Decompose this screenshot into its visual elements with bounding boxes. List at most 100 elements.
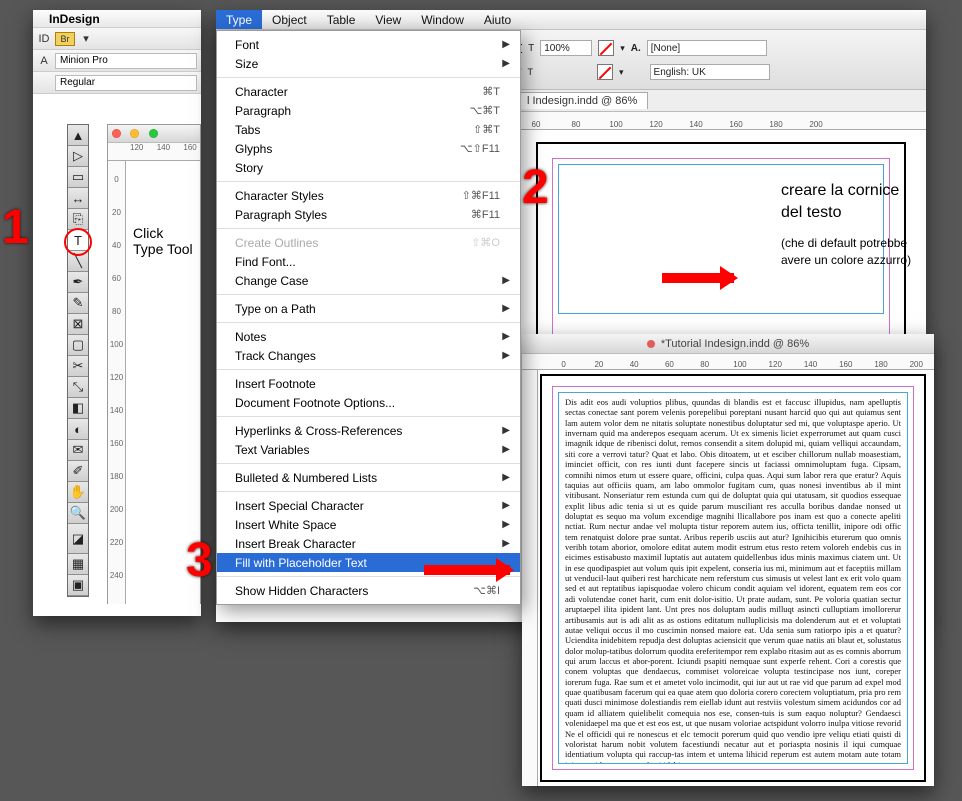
menu-insert-white-space[interactable]: Insert White Space▶ [217,515,520,534]
line-tool-icon[interactable]: ╲ [68,251,88,272]
menu-change-case[interactable]: Change Case▶ [217,271,520,290]
font-family-field[interactable]: Minion Pro [55,53,197,69]
char-style-select[interactable]: [None] [647,40,767,56]
stroke-none-swatch-icon[interactable] [597,64,613,80]
traffic-min-icon[interactable] [130,129,139,138]
gradient-swatch-tool-icon[interactable]: ◧ [68,398,88,419]
zoom-field[interactable]: 100% [540,40,592,56]
char-style-label-icon: A. [631,43,641,54]
swatch-dropdown-icon[interactable]: ▾ [620,43,625,54]
traffic-close-icon[interactable] [112,129,121,138]
zoom-tool-icon[interactable]: 🔍 [68,503,88,524]
free-transform-tool-icon[interactable]: ⤡ [68,377,88,398]
menu-character[interactable]: Character⌘T [217,82,520,101]
menu-track-changes[interactable]: Track Changes▶ [217,346,520,365]
menu-view[interactable]: View [365,10,411,29]
bridge-badge-icon[interactable]: Br [55,32,75,46]
document-title: *Tutorial Indesign.indd @ 86% [661,338,809,350]
screen-mode-icon[interactable]: ▣ [68,575,88,596]
menu-type-on-path[interactable]: Type on a Path▶ [217,299,520,318]
annotation-click-type: Click Type Tool [133,225,193,257]
menu-paragraph-styles[interactable]: Paragraph Styles⌘F11 [217,205,520,224]
unsaved-dot-icon [647,340,655,348]
font-family-row: A Minion Pro [33,50,201,72]
type-menu-dropdown: Font▶ Size▶ Character⌘T Paragraph⌥⌘T Tab… [216,30,521,605]
window-titlebar [108,125,200,143]
app-name: InDesign [49,12,100,26]
horizontal-ruler: 020 4060 80100 120140 160180 200 [522,354,934,370]
page-spread: Dis adit eos audi voluptios plibus, quun… [540,374,926,782]
page-tool-icon[interactable]: ▭ [68,167,88,188]
fill-none-swatch-icon[interactable] [598,40,614,56]
menu-window[interactable]: Window [411,10,474,29]
character-panel-icon[interactable]: A [33,55,55,67]
rectangle-frame-tool-icon[interactable]: ⊠ [68,314,88,335]
menu-tabs[interactable]: Tabs⇧⌘T [217,120,520,139]
menu-show-hidden-chars[interactable]: Show Hidden Characters⌥⌘I [217,581,520,600]
menu-type[interactable]: Type [216,10,262,29]
horizontal-ruler: 120 140 160 [108,143,200,161]
rectangle-tool-icon[interactable]: ▢ [68,335,88,356]
sub-t-icon[interactable]: T [528,67,534,77]
pen-tool-icon[interactable]: ✒ [68,272,88,293]
instr-sub1: (che di default potrebbe [781,235,962,252]
selection-tool-icon[interactable]: ▲ [68,125,88,146]
instr-sub2: avere un colore azzurro) [781,252,962,269]
menu-hyperlinks[interactable]: Hyperlinks & Cross-References▶ [217,421,520,440]
annotation-line1: Click [133,225,193,241]
pencil-tool-icon[interactable]: ✎ [68,293,88,314]
menu-object[interactable]: Object [262,10,317,29]
menu-insert-special-char[interactable]: Insert Special Character▶ [217,496,520,515]
document-window: 120 140 160 020 4060 80100 120140 160180… [107,124,201,604]
horizontal-ruler: 6080 100120 140160 180200 [516,112,926,130]
menu-insert-break-char[interactable]: Insert Break Character▶ [217,534,520,553]
font-style-field[interactable]: Regular [55,75,197,91]
menu-font[interactable]: Font▶ [217,35,520,54]
menu-character-styles[interactable]: Character Styles⇧⌘F11 [217,186,520,205]
text-frame-filled[interactable]: Dis adit eos audi voluptios plibus, quun… [558,392,908,764]
language-select[interactable]: English: UK [650,64,770,80]
hand-tool-icon[interactable]: ✋ [68,482,88,503]
menu-insert-footnote[interactable]: Insert Footnote [217,374,520,393]
menu-story[interactable]: Story [217,158,520,177]
menu-aiuto[interactable]: Aiuto [474,10,521,29]
scissors-tool-icon[interactable]: ✂ [68,356,88,377]
vertical-ruler: 020 4060 80100 120140 160180 200220 2402… [108,161,126,604]
menu-glyphs[interactable]: Glyphs⌥⇧F11 [217,139,520,158]
document-tab[interactable]: l Indesign.indd @ 86% [516,92,648,109]
menu-text-variables[interactable]: Text Variables▶ [217,440,520,459]
type-tool-icon[interactable]: T [68,230,88,251]
instr-line2: del testo [781,202,962,224]
annotation-line2: Type Tool [133,241,193,257]
instr-line1: creare la cornice [781,180,962,202]
arrow-step3 [424,565,510,575]
superscript-t-icon[interactable]: T [528,43,534,54]
id-logo-icon: ID [33,33,55,45]
direct-selection-tool-icon[interactable]: ▷ [68,146,88,167]
menu-find-font[interactable]: Find Font... [217,252,520,271]
menu-paragraph[interactable]: Paragraph⌥⌘T [217,101,520,120]
mac-menubar: InDesign [33,10,201,28]
menu-notes[interactable]: Notes▶ [217,327,520,346]
step2-instruction-text: creare la cornice del testo (che di defa… [781,180,962,268]
id-badge-row: ID Br ▾ [33,28,201,50]
panel-1-toolbar: InDesign ID Br ▾ A Minion Pro Regular 12… [33,10,201,616]
content-collector-tool-icon[interactable]: ⎘ [68,209,88,230]
eyedropper-tool-icon[interactable]: ✐ [68,461,88,482]
color-theme-tool-icon[interactable]: ▦ [68,554,88,575]
menu-footnote-options[interactable]: Document Footnote Options... [217,393,520,412]
window-titlebar: *Tutorial Indesign.indd @ 86% [522,334,934,354]
menu-table[interactable]: Table [317,10,366,29]
note-tool-icon[interactable]: ✉ [68,440,88,461]
menu-bulleted-lists[interactable]: Bulleted & Numbered Lists▶ [217,468,520,487]
menu-size[interactable]: Size▶ [217,54,520,73]
swatch-dropdown2-icon[interactable]: ▾ [619,67,624,78]
tools-panel: ▲ ▷ ▭ ↔ ⎘ T ╲ ✒ ✎ ⊠ ▢ ✂ ⤡ ◧ ◐ ✉ ✐ ✋ 🔍 ◪ … [67,124,89,597]
panel-3-result: *Tutorial Indesign.indd @ 86% 020 4060 8… [522,334,934,786]
step-number-1: 1 [2,200,29,255]
zoom-dropdown-icon[interactable]: ▾ [75,32,97,45]
gap-tool-icon[interactable]: ↔ [68,188,88,209]
fill-stroke-swatch-icon[interactable]: ◪ [68,524,88,554]
gradient-feather-tool-icon[interactable]: ◐ [68,419,88,440]
traffic-zoom-icon[interactable] [149,129,158,138]
